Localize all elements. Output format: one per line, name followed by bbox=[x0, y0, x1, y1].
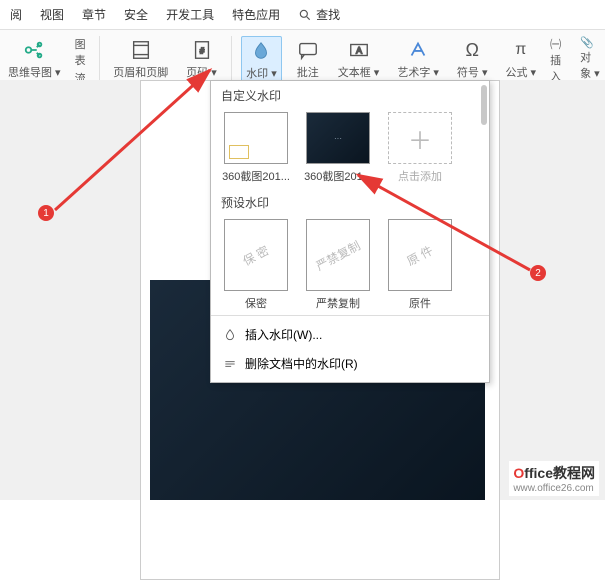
annotation-marker-1: 1 bbox=[38, 205, 54, 221]
thumbnail-label: 360截图201... bbox=[303, 168, 373, 184]
svg-text:A: A bbox=[355, 46, 362, 56]
mindmap-label: 思维导图 ▾ bbox=[8, 64, 61, 80]
thumbnail-label: 严禁复制 bbox=[303, 295, 373, 311]
mindmap-button[interactable]: 思维导图 ▾ bbox=[4, 36, 65, 82]
site-logo: Office教程网 www.office26.com bbox=[509, 461, 599, 496]
add-label: 点击添加 bbox=[385, 168, 455, 184]
search-icon bbox=[298, 8, 312, 22]
thumbnail: 原 件 bbox=[388, 219, 452, 291]
custom-watermark-2[interactable]: ··· 360截图201... bbox=[303, 112, 373, 184]
preset-watermark-header: 预设水印 bbox=[211, 188, 489, 213]
symbol-icon: Ω bbox=[460, 38, 484, 62]
site-url: www.office26.com bbox=[513, 483, 595, 494]
wordart-label: 艺术字 ▾ bbox=[397, 64, 439, 80]
watermark-label: 水印 ▾ bbox=[246, 65, 277, 81]
tab-view[interactable]: 视图 bbox=[40, 6, 64, 23]
textbox-label: 文本框 ▾ bbox=[338, 64, 380, 80]
thumbnail: 保 密 bbox=[224, 219, 288, 291]
thumbnail: 严禁复制 bbox=[306, 219, 370, 291]
formula-button[interactable]: π 公式 ▾ bbox=[501, 36, 540, 82]
header-footer-button[interactable]: 页眉和页脚 bbox=[109, 36, 172, 82]
wordart-button[interactable]: 艺术字 ▾ bbox=[393, 36, 443, 82]
custom-watermark-1[interactable]: 360截图201... bbox=[221, 112, 291, 184]
thumbnail-label: 360截图201... bbox=[221, 168, 291, 184]
menu-label: 删除文档中的水印(R) bbox=[245, 355, 358, 372]
watermark-button[interactable]: 水印 ▾ bbox=[241, 36, 282, 84]
menu-tabs: 阅 视图 章节 安全 开发工具 特色应用 查找 bbox=[0, 0, 605, 30]
insert-watermark-item[interactable]: 插入水印(W)... bbox=[211, 320, 489, 349]
search-label: 查找 bbox=[316, 6, 340, 23]
chart-button[interactable]: 图表 bbox=[75, 36, 89, 68]
mindmap-icon bbox=[22, 38, 46, 62]
annotate-button[interactable]: 批注 bbox=[292, 36, 324, 82]
header-footer-icon bbox=[129, 38, 153, 62]
wordart-icon bbox=[406, 38, 430, 62]
dropdown-footer: 插入水印(W)... 删除文档中的水印(R) bbox=[211, 315, 489, 382]
plus-icon: ＋ bbox=[388, 112, 452, 164]
custom-watermark-header: 自定义水印 bbox=[211, 81, 489, 106]
remove-watermark-item[interactable]: 删除文档中的水印(R) bbox=[211, 349, 489, 378]
add-watermark-button[interactable]: ＋ 点击添加 bbox=[385, 112, 455, 184]
tab-special[interactable]: 特色应用 bbox=[232, 6, 280, 23]
annotate-icon bbox=[296, 38, 320, 62]
symbol-button[interactable]: Ω 符号 ▾ bbox=[453, 36, 492, 82]
search-button[interactable]: 查找 bbox=[298, 6, 340, 23]
menu-label: 插入水印(W)... bbox=[245, 326, 322, 343]
tab-read[interactable]: 阅 bbox=[10, 6, 22, 23]
preset-confidential[interactable]: 保 密 保密 bbox=[221, 219, 291, 311]
thumbnail: ··· bbox=[306, 112, 370, 164]
thumbnail-label: 原件 bbox=[385, 295, 455, 311]
page-number-label: 页码 ▾ bbox=[186, 64, 217, 80]
textbox-icon: A bbox=[347, 38, 371, 62]
textbox-button[interactable]: A 文本框 ▾ bbox=[334, 36, 384, 82]
annotate-label: 批注 bbox=[297, 64, 319, 80]
formula-icon: π bbox=[509, 38, 533, 62]
tab-chapter[interactable]: 章节 bbox=[82, 6, 106, 23]
tab-security[interactable]: 安全 bbox=[124, 6, 148, 23]
tab-devtools[interactable]: 开发工具 bbox=[166, 6, 214, 23]
droplet-icon bbox=[223, 328, 237, 342]
scrollbar[interactable] bbox=[481, 85, 487, 125]
object-button[interactable]: 📎 对象 ▾ bbox=[580, 36, 601, 81]
annotation-marker-2: 2 bbox=[530, 265, 546, 281]
thumbnail bbox=[224, 112, 288, 164]
watermark-icon bbox=[249, 39, 273, 63]
page-number-icon: # bbox=[190, 38, 214, 62]
header-footer-label: 页眉和页脚 bbox=[113, 64, 168, 80]
formula-label: 公式 ▾ bbox=[505, 64, 536, 80]
page-number-button[interactable]: # 页码 ▾ bbox=[182, 36, 221, 82]
watermark-dropdown: 自定义水印 360截图201... ··· 360截图201... ＋ 点击添加… bbox=[210, 80, 490, 383]
svg-text:#: # bbox=[199, 47, 204, 56]
symbol-label: 符号 ▾ bbox=[457, 64, 488, 80]
preset-nocopy[interactable]: 严禁复制 严禁复制 bbox=[303, 219, 373, 311]
preset-original[interactable]: 原 件 原件 bbox=[385, 219, 455, 311]
thumbnail-label: 保密 bbox=[221, 295, 291, 311]
remove-icon bbox=[223, 357, 237, 371]
